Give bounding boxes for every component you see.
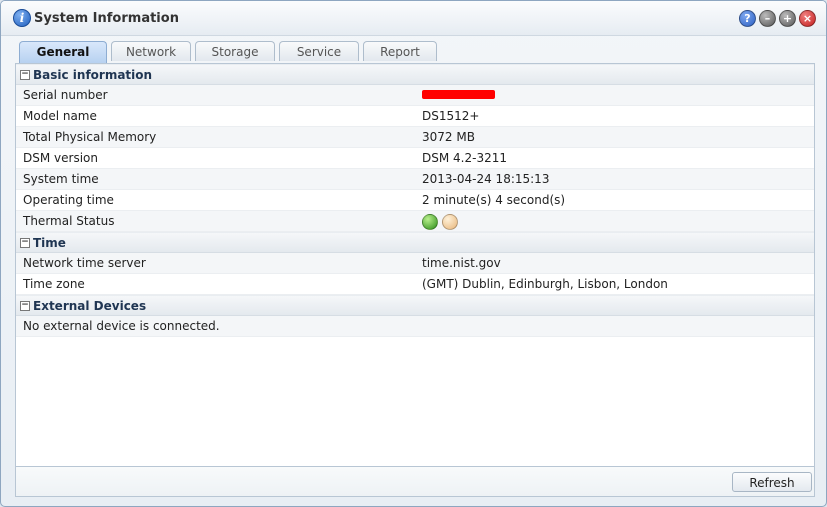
section-title: Basic information (33, 68, 153, 82)
row-value: DSM 4.2-3211 (422, 151, 507, 165)
tab-report[interactable]: Report (363, 41, 437, 61)
row-time-zone: Time zone (GMT) Dublin, Edinburgh, Lisbo… (16, 274, 814, 295)
row-label: System time (23, 172, 99, 186)
help-icon[interactable]: ? (739, 10, 756, 27)
tab-service[interactable]: Service (279, 41, 359, 61)
thermal-normal-icon (422, 214, 438, 230)
row-operating-time: Operating time 2 minute(s) 4 second(s) (16, 190, 814, 211)
row-label: DSM version (23, 151, 98, 165)
row-label: Model name (23, 109, 97, 123)
redacted-value (422, 90, 495, 99)
section-title: Time (33, 236, 66, 250)
row-value: DS1512+ (422, 109, 480, 123)
footer-bar: Refresh (15, 467, 815, 497)
title-bar[interactable]: i System Information ? – + × (1, 1, 826, 36)
row-label: Thermal Status (23, 214, 115, 228)
row-label: Operating time (23, 193, 114, 207)
row-serial-number: Serial number (16, 85, 814, 106)
collapse-icon[interactable]: − (20, 301, 30, 311)
refresh-button[interactable]: Refresh (732, 472, 812, 492)
window-title: System Information (34, 11, 179, 26)
row-value: (GMT) Dublin, Edinburgh, Lisbon, London (422, 277, 668, 291)
row-label: Total Physical Memory (23, 130, 157, 144)
row-dsm-version: DSM version DSM 4.2-3211 (16, 148, 814, 169)
row-thermal-status: Thermal Status (16, 211, 814, 232)
collapse-icon[interactable]: − (20, 70, 30, 80)
external-device-message: No external device is connected. (23, 319, 220, 333)
tab-storage[interactable]: Storage (195, 41, 275, 61)
row-system-time: System time 2013-04-24 18:15:13 (16, 169, 814, 190)
row-label: Time zone (23, 277, 85, 291)
section-title: External Devices (33, 299, 147, 313)
row-value: 2 minute(s) 4 second(s) (422, 193, 566, 207)
tab-general[interactable]: General (19, 41, 107, 63)
tab-network[interactable]: Network (111, 41, 191, 61)
row-network-time-server: Network time server time.nist.gov (16, 253, 814, 274)
row-label: Network time server (23, 256, 146, 270)
section-external-devices[interactable]: − External Devices (16, 295, 814, 316)
system-information-window: i System Information ? – + × General Net… (0, 0, 827, 507)
section-basic-information[interactable]: − Basic information (16, 64, 814, 85)
row-value: 2013-04-24 18:15:13 (422, 172, 550, 186)
maximize-icon[interactable]: + (779, 10, 796, 27)
info-icon: i (13, 9, 31, 27)
row-label: Serial number (23, 88, 108, 102)
thermal-warning-icon (442, 214, 458, 230)
section-time[interactable]: − Time (16, 232, 814, 253)
row-model-name: Model name DS1512+ (16, 106, 814, 127)
close-icon[interactable]: × (799, 10, 816, 27)
row-value: 3072 MB (422, 130, 475, 144)
row-value: time.nist.gov (422, 256, 501, 270)
row-total-physical-memory: Total Physical Memory 3072 MB (16, 127, 814, 148)
row-external-device-message: No external device is connected. (16, 316, 814, 337)
thermal-status-indicator (422, 214, 458, 230)
collapse-icon[interactable]: − (20, 238, 30, 248)
window-controls: ? – + × (739, 10, 816, 27)
info-panel: − Basic information Serial number Model … (15, 63, 815, 467)
minimize-icon[interactable]: – (759, 10, 776, 27)
tab-bar: General Network Storage Service Report (19, 41, 437, 63)
